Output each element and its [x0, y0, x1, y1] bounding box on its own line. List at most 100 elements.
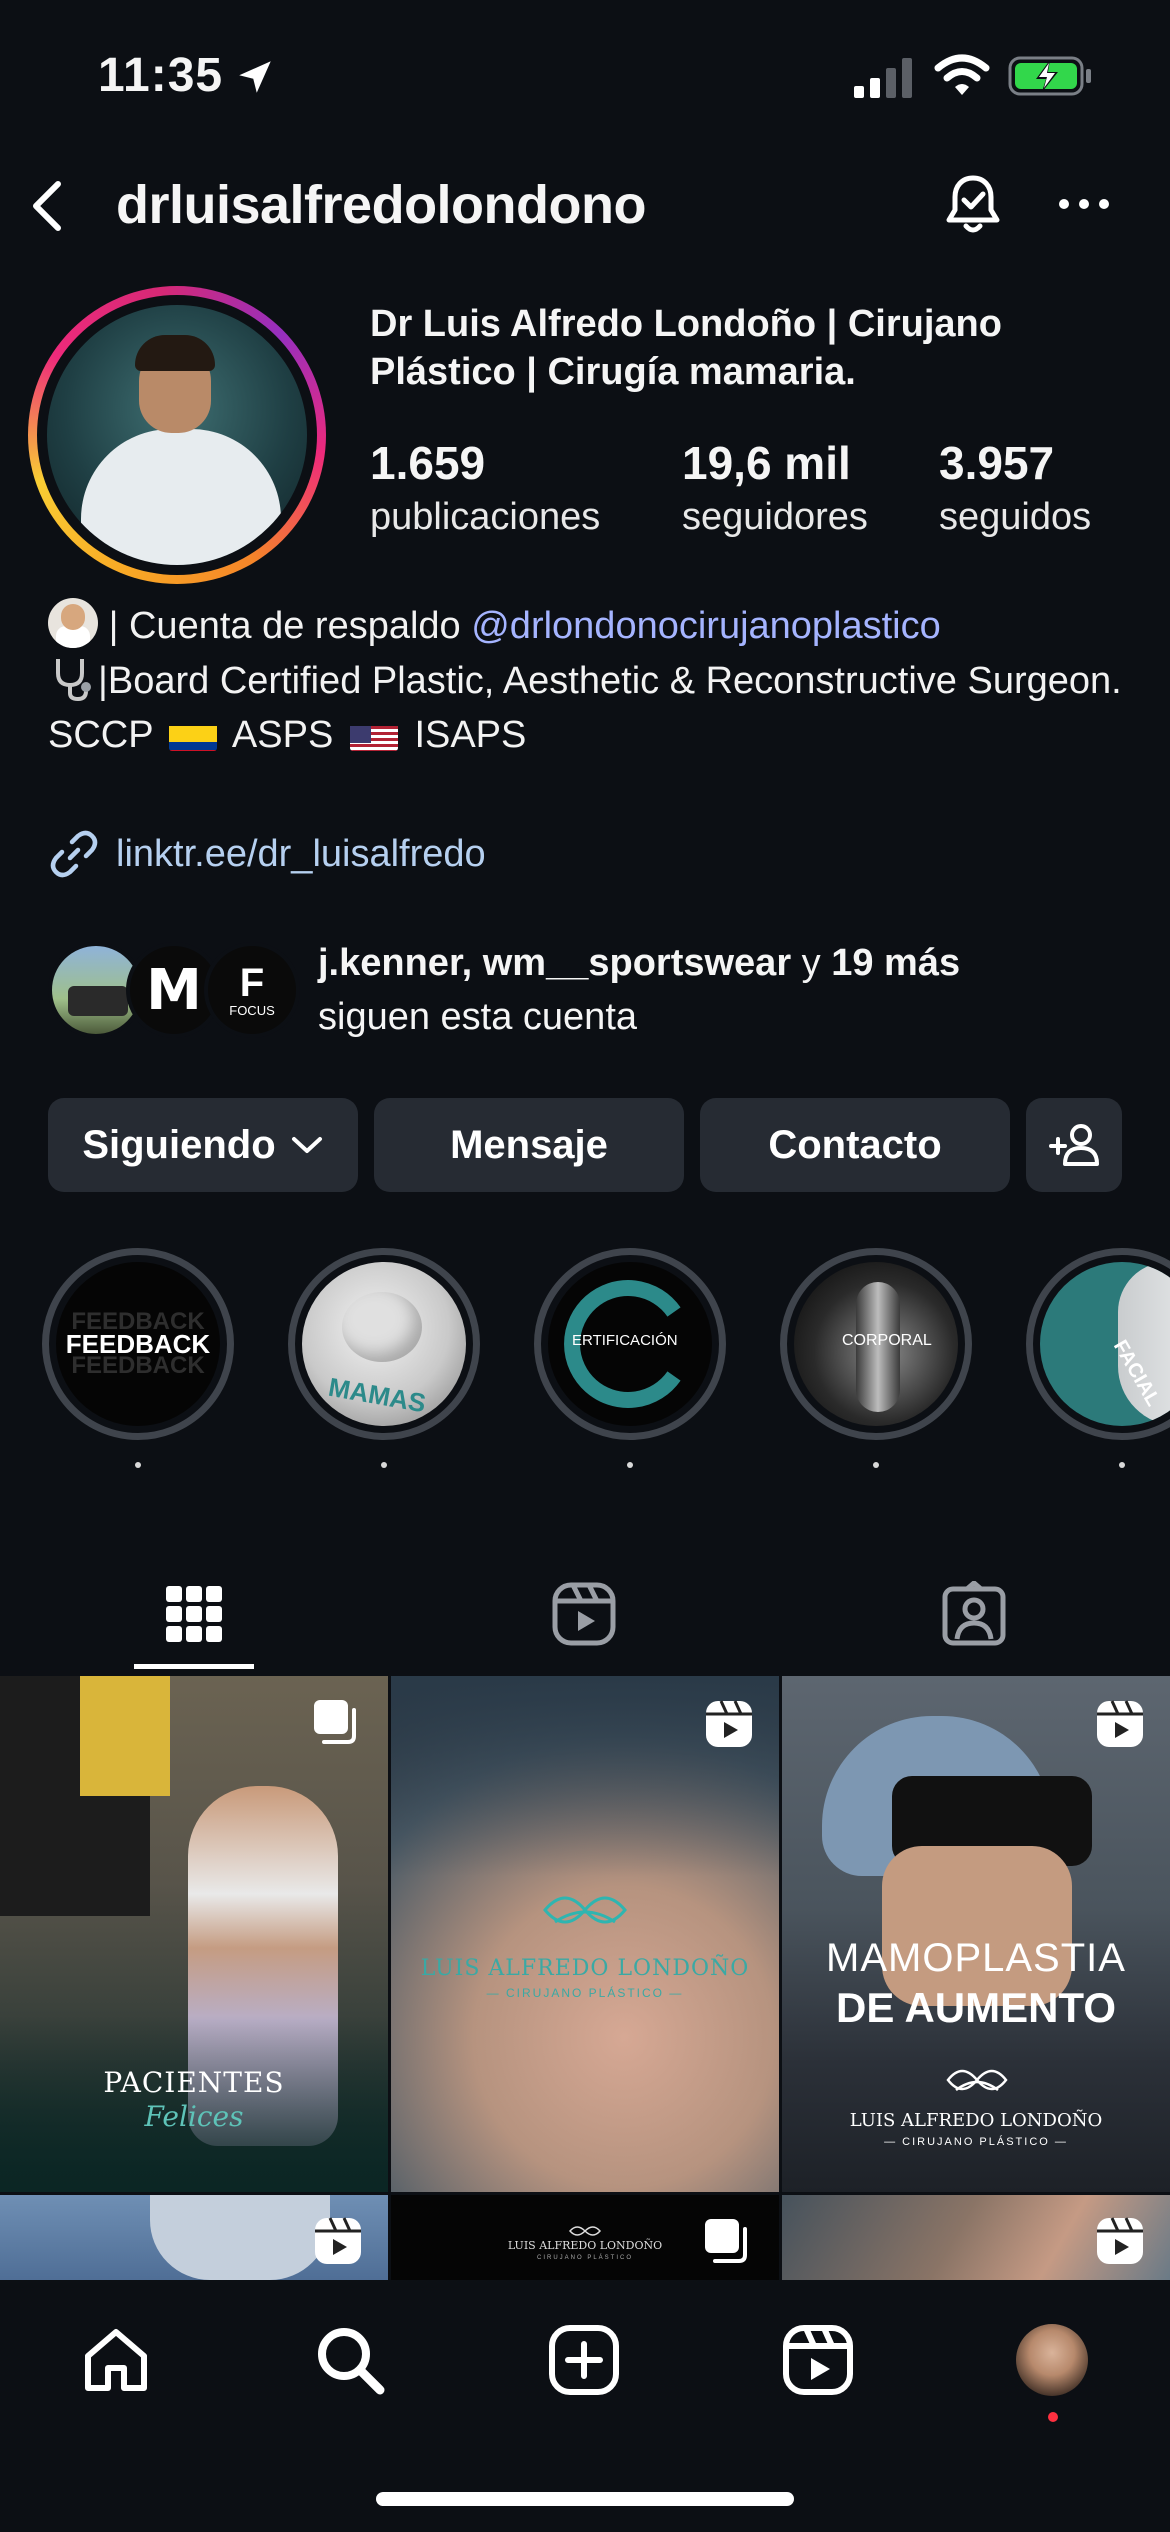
post-2-caption: LUIS ALFREDO LONDOÑO	[420, 1956, 750, 1981]
followed-by-more: 19 más	[831, 942, 961, 984]
status-time: 11:35	[98, 49, 224, 102]
mutual-avatar-3: F FOCUS	[204, 942, 300, 1038]
post-thumbnail-3[interactable]: MAMOPLASTIA DE AUMENTO LUIS ALFREDO LOND…	[782, 1676, 1170, 2192]
tab-grid[interactable]	[134, 1566, 254, 1662]
create-post-icon	[549, 2325, 619, 2395]
following-button[interactable]: Siguiendo	[48, 1098, 358, 1192]
grid-icon	[166, 1586, 222, 1642]
post-thumbnail-1[interactable]: PACIENTES Felices	[0, 1676, 388, 2192]
reel-badge-icon	[315, 2217, 361, 2264]
post-thumbnail-4[interactable]	[0, 2195, 388, 2280]
highlight-dot	[135, 1462, 141, 1468]
stat-followers-value: 19,6 mil	[682, 437, 851, 489]
bio-asps: ASPS	[231, 714, 334, 756]
cellular-signal-icon	[854, 58, 912, 98]
reel-badge-icon	[706, 1700, 752, 1747]
highlight-dot	[381, 1462, 387, 1468]
wifi-icon	[934, 54, 990, 95]
profile-link-text: linktr.ee/dr_luisalfredo	[116, 832, 486, 875]
carousel-icon	[314, 1700, 356, 1744]
contact-button-label: Contacto	[768, 1122, 942, 1167]
status-bar: 11:35	[0, 0, 1170, 150]
location-arrow-icon	[239, 61, 271, 93]
nav-create[interactable]	[544, 2320, 624, 2400]
chevron-down-icon	[291, 1137, 322, 1153]
profile-bio: | Cuenta de respaldo @drlondonocirujanop…	[48, 598, 1148, 762]
stat-following-label: seguidos	[939, 496, 1092, 538]
highlight-corporal[interactable]: CORPORAL	[780, 1248, 972, 1440]
highlight-feedback[interactable]: FEEDBACK FEEDBACK FEEDBACK	[42, 1248, 234, 1440]
followed-by-connector: y	[791, 942, 832, 984]
stat-following[interactable]: 3.957 seguidos	[939, 436, 1091, 539]
notifications-bell-icon[interactable]	[940, 172, 1006, 238]
followed-by-suffix: siguen esta cuenta	[318, 996, 638, 1038]
post-thumbnail-2[interactable]: LUIS ALFREDO LONDOÑO — CIRUJANO PLÁSTICO…	[391, 1676, 779, 2192]
more-options-icon[interactable]	[1056, 192, 1112, 216]
home-indicator	[376, 2492, 794, 2506]
profile-avatar[interactable]	[28, 286, 326, 584]
carousel-icon	[705, 2219, 747, 2263]
suggest-people-button[interactable]	[1026, 1098, 1122, 1192]
active-tab-indicator	[134, 1664, 254, 1669]
stat-followers-label: seguidores	[682, 496, 868, 538]
search-icon	[318, 2328, 385, 2395]
highlight-facial[interactable]: FACIAL	[1026, 1248, 1170, 1440]
stat-followers[interactable]: 19,6 mil seguidores	[682, 436, 868, 539]
post-thumbnail-6[interactable]	[782, 2195, 1170, 2280]
highlight-corporal-title: CORPORAL	[842, 1332, 932, 1349]
profile-display-name: Dr Luis Alfredo Londoño | Cirujano Plást…	[370, 303, 1002, 393]
highlight-mamas[interactable]: MAMAS	[288, 1248, 480, 1440]
bio-mention-link[interactable]: @drlondonocirujanoplastico	[471, 605, 941, 647]
highlight-certificacion[interactable]: ERTIFICACIÓN	[534, 1248, 726, 1440]
highlight-dot	[627, 1462, 633, 1468]
profile-website-link[interactable]: linktr.ee/dr_luisalfredo	[48, 826, 486, 882]
reels-icon	[552, 1582, 616, 1646]
nav-search[interactable]	[310, 2320, 390, 2400]
mutual-followers-avatars[interactable]: M F FOCUS	[48, 942, 300, 1038]
bio-certification-text: |Board Certified Plastic, Aesthetic & Re…	[98, 660, 1122, 702]
stat-posts-label: publicaciones	[370, 496, 601, 538]
followed-by-text[interactable]: j.kenner, wm__sportswear y 19 más siguen…	[318, 936, 1158, 1044]
message-button[interactable]: Mensaje	[374, 1098, 684, 1192]
reels-icon	[783, 2325, 853, 2395]
post-3-caption-sub: LUIS ALFREDO LONDOÑO	[849, 2110, 1103, 2131]
message-button-label: Mensaje	[450, 1122, 608, 1167]
home-icon	[85, 2329, 147, 2391]
nav-reels[interactable]	[778, 2320, 858, 2400]
colombia-flag-icon	[169, 719, 218, 751]
post-1-caption: PACIENTES	[103, 2066, 285, 2099]
reel-badge-icon	[1097, 2217, 1143, 2264]
highlight-dot	[1119, 1462, 1125, 1468]
post-2-caption-sub: — CIRUJANO PLÁSTICO —	[486, 1986, 684, 2000]
tab-tagged[interactable]	[914, 1566, 1034, 1662]
stat-posts[interactable]: 1.659 publicaciones	[370, 436, 600, 539]
stat-following-value: 3.957	[939, 437, 1055, 489]
tagged-person-icon	[942, 1581, 1006, 1646]
bio-sccp: SCCP	[48, 714, 153, 756]
highlight-dot	[873, 1462, 879, 1468]
reel-badge-icon	[1097, 1700, 1143, 1747]
following-button-label: Siguiendo	[82, 1122, 276, 1167]
stat-posts-value: 1.659	[370, 437, 486, 489]
post-thumbnail-5[interactable]: LUIS ALFREDO LONDOÑO CIRUJANO PLÁSTICO	[391, 2195, 779, 2280]
contact-button[interactable]: Contacto	[700, 1098, 1010, 1192]
profile-avatar-small	[1016, 2324, 1088, 2396]
nav-home[interactable]	[76, 2320, 156, 2400]
post-3-caption-bold: DE AUMENTO	[835, 1984, 1116, 2031]
tab-reels[interactable]	[524, 1566, 644, 1662]
followed-by-names: j.kenner, wm__sportswear	[318, 942, 792, 984]
profile-header: drluisalfredolondono	[0, 160, 1170, 250]
battery-charging-icon	[1008, 56, 1091, 96]
usa-flag-icon	[349, 719, 398, 751]
add-person-icon	[1049, 1124, 1099, 1166]
highlight-certificacion-title: ERTIFICACIÓN	[572, 1332, 678, 1349]
stethoscope-emoji-icon	[56, 659, 91, 702]
post-1-caption-script: Felices	[144, 2100, 244, 2133]
nav-profile[interactable]	[1012, 2320, 1092, 2400]
bio-backup-text: | Cuenta de respaldo	[108, 605, 472, 647]
post-3-caption-sub2: — CIRUJANO PLÁSTICO —	[884, 2136, 1068, 2148]
post-3-caption: MAMOPLASTIA	[826, 1936, 1126, 1980]
highlight-mamas-title: MAMAS	[326, 1371, 429, 1419]
profile-username: drluisalfredolondono	[116, 175, 646, 235]
back-arrow-icon[interactable]	[20, 176, 76, 236]
